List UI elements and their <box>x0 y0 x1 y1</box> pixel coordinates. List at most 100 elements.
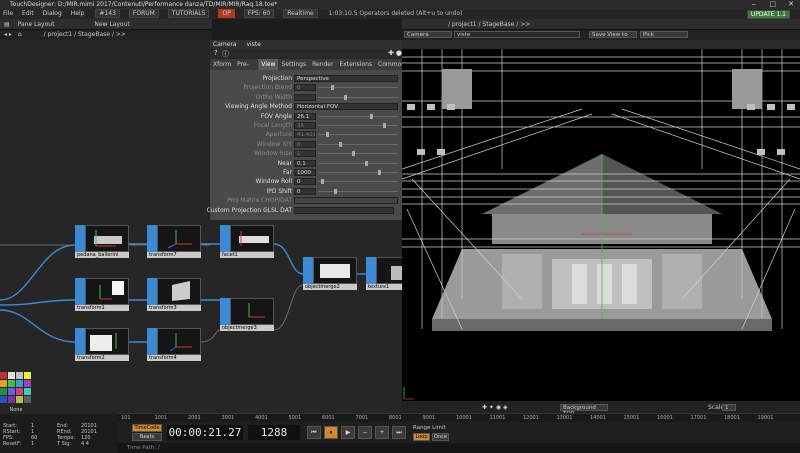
menu-edit[interactable]: Edit <box>22 10 34 17</box>
menu-file[interactable]: File <box>3 10 13 17</box>
param-slider[interactable] <box>318 113 398 119</box>
info-icon[interactable]: ⓘ <box>222 49 229 59</box>
resetf-value[interactable]: 1 <box>31 441 57 447</box>
param-value[interactable] <box>294 197 398 205</box>
menu-dialog[interactable]: Dialog <box>43 10 62 17</box>
param-slider[interactable] <box>318 188 398 194</box>
background-top-dropdown[interactable]: Background TOP <box>560 404 608 417</box>
node-pedana-ballerini[interactable]: pedana_ballerini <box>75 225 129 258</box>
param-value[interactable]: 35 <box>294 122 316 129</box>
node-objectmerge3[interactable]: objectmerge3 <box>220 298 274 331</box>
node-transform3[interactable]: transform3 <box>147 278 201 311</box>
param-slider[interactable] <box>318 132 398 138</box>
slider-knob[interactable] <box>352 151 355 157</box>
pane-layout-icon[interactable]: ▤ <box>4 21 10 28</box>
timeline-ruler[interactable]: 101 1001 2001 3001 4001 5001 6001 7001 8001 9001 1… <box>117 413 800 422</box>
tsig-value[interactable]: 4 4 <box>81 441 89 447</box>
slider-knob[interactable] <box>344 94 347 100</box>
node-transform1[interactable]: transform1 <box>75 278 129 311</box>
tab-render[interactable]: Render <box>309 59 336 70</box>
home-icon[interactable]: ⌂ <box>18 31 22 38</box>
slider-knob[interactable] <box>378 170 381 175</box>
param-value[interactable]: 0.1 <box>294 159 316 167</box>
pause-icon[interactable]: ⏸ <box>324 426 338 439</box>
play-icon[interactable]: ▶ <box>341 426 355 439</box>
camera-name-field[interactable]: viste <box>454 31 580 38</box>
step-forward-icon[interactable]: + <box>375 426 389 439</box>
param-value[interactable]: 1 <box>294 150 316 158</box>
param-value[interactable]: 0 <box>294 187 316 195</box>
3d-viewport[interactable] <box>402 49 800 401</box>
param-value[interactable]: 0 <box>294 178 316 186</box>
slider-knob[interactable] <box>365 160 368 166</box>
param-value[interactable]: Horizontal FOV <box>294 103 398 111</box>
node-texture1[interactable]: texture1 <box>366 257 402 290</box>
tab-xform[interactable]: Xform <box>210 59 234 70</box>
slider-knob[interactable] <box>370 113 373 119</box>
back-icon[interactable]: ◂ ▸ <box>4 31 12 38</box>
loop-button[interactable]: Loop <box>413 433 430 441</box>
param-value[interactable] <box>294 93 316 101</box>
slider-knob[interactable] <box>331 85 334 91</box>
op-chip[interactable]: OP <box>218 9 235 18</box>
param-slider[interactable] <box>318 85 398 91</box>
color-palette[interactable]: None <box>0 372 32 413</box>
realtime-toggle[interactable]: Realtime <box>283 9 318 18</box>
param-value[interactable]: Perspective <box>294 75 398 82</box>
slider-knob[interactable] <box>321 179 324 185</box>
forum-chip[interactable]: FORUM <box>128 9 159 18</box>
slider-knob[interactable] <box>326 132 329 138</box>
timecode-display[interactable]: 00:00:21.27 <box>167 425 243 440</box>
slider-knob[interactable] <box>334 188 337 194</box>
save-view-dropdown[interactable]: Save View to <box>589 31 637 38</box>
palette-none-label[interactable]: None <box>0 407 32 413</box>
param-slider[interactable] <box>318 160 398 166</box>
close-icon[interactable]: ✕ <box>788 0 794 9</box>
param-slider[interactable] <box>318 179 398 185</box>
node-transform7[interactable]: transform7 <box>147 225 201 258</box>
new-layout-button[interactable]: New Layout <box>94 21 129 28</box>
build-chip[interactable]: #143 <box>95 9 120 18</box>
once-button[interactable]: Once <box>432 433 449 441</box>
param-value[interactable]: 1000 <box>294 169 316 176</box>
rewind-icon[interactable]: ⏮ <box>307 426 321 439</box>
node-objectmerge2[interactable]: objectmerge2 <box>303 257 357 290</box>
node-transform4[interactable]: transform4 <box>147 328 201 361</box>
param-slider[interactable] <box>318 141 398 147</box>
tab-pre-xform[interactable]: Pre-Xform <box>234 59 258 79</box>
tab-view[interactable]: View <box>258 59 279 70</box>
param-value[interactable]: 0 <box>294 84 316 92</box>
node-transform2[interactable]: transform2 <box>75 328 129 361</box>
pick-dropdown[interactable]: Pick <box>640 31 688 38</box>
tutorials-chip[interactable]: TUTORIALS <box>167 9 210 18</box>
beats-button[interactable]: Beats <box>132 433 162 441</box>
camera-dropdown[interactable]: Camera <box>404 31 452 38</box>
op-name[interactable]: viste <box>246 41 260 48</box>
param-slider[interactable] <box>318 170 398 175</box>
menu-help[interactable]: Help <box>71 10 85 17</box>
param-value[interactable]: 0 <box>294 140 316 148</box>
frame-display[interactable]: 1288 <box>248 425 300 440</box>
network-path[interactable]: / project1 / StageBase / >> <box>44 31 126 38</box>
param-value[interactable]: 41.421 <box>294 131 316 139</box>
param-value[interactable] <box>294 206 394 214</box>
scale-field[interactable]: 1 <box>722 404 736 411</box>
tab-settings[interactable]: Settings <box>278 59 309 70</box>
param-slider[interactable] <box>318 151 398 157</box>
slider-knob[interactable] <box>339 141 342 147</box>
param-slider[interactable] <box>318 123 398 128</box>
time-path-bar[interactable]: Time Path: / <box>117 443 800 453</box>
tab-extensions[interactable]: Extensions <box>336 59 375 70</box>
end-icon[interactable]: ⏭ <box>392 426 406 439</box>
param-value[interactable]: 26.1 <box>294 112 316 120</box>
add-icon[interactable]: ✚ <box>388 49 394 57</box>
node-facet1[interactable]: facet1 <box>220 225 274 258</box>
timecode-button[interactable]: TimeCode <box>132 424 162 432</box>
slider-knob[interactable] <box>383 123 386 128</box>
viewer-path[interactable]: / project1 / StageBase / >> <box>448 21 530 28</box>
maximize-icon[interactable]: □ <box>769 0 776 9</box>
step-back-icon[interactable]: − <box>358 426 372 439</box>
minimize-icon[interactable]: ‒ <box>752 0 756 9</box>
help-icon[interactable]: ? <box>214 49 218 57</box>
pane-layout-button[interactable]: Pane Layout <box>18 21 55 28</box>
